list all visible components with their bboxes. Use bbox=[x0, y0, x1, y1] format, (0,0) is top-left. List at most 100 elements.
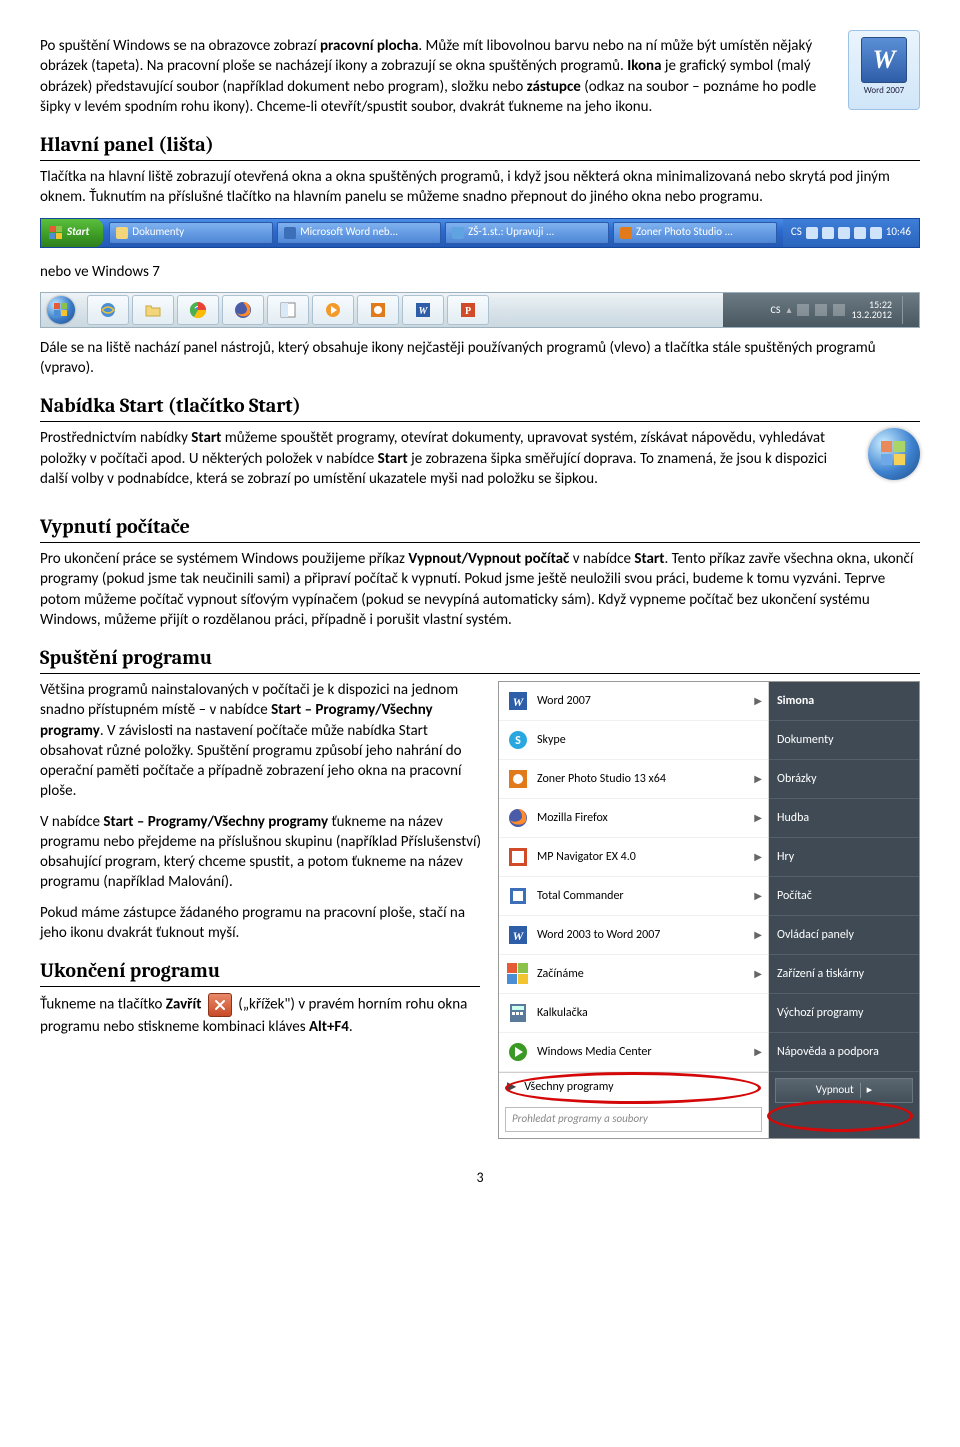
label: Zoner Photo Studio ... bbox=[636, 225, 733, 240]
win7-clock: 15:22 13.2.2012 bbox=[851, 300, 892, 320]
xp-task-dokumenty[interactable]: Dokumenty bbox=[109, 222, 273, 244]
start-menu-item[interactable]: Total Commander▶ bbox=[499, 877, 768, 916]
tray-icon[interactable] bbox=[854, 227, 866, 239]
xp-start-label: Start bbox=[67, 225, 89, 240]
chevron-right-icon: ▶ bbox=[754, 1045, 762, 1059]
start-menu-right-item[interactable]: Obrázky bbox=[769, 760, 919, 799]
zps-icon bbox=[507, 768, 529, 790]
pin-word[interactable]: W bbox=[402, 295, 444, 325]
mp-icon bbox=[507, 846, 529, 868]
start-menu-right-item[interactable]: Hudba bbox=[769, 799, 919, 838]
pin-wmp[interactable] bbox=[312, 295, 354, 325]
xp-start-button[interactable]: Start bbox=[41, 219, 103, 247]
start-menu-item[interactable]: Kalkulačka bbox=[499, 994, 768, 1033]
xp-lang[interactable]: CS bbox=[791, 225, 802, 240]
totalcmd-icon bbox=[279, 301, 297, 319]
start-menu-item[interactable]: Mozilla Firefox▶ bbox=[499, 799, 768, 838]
xp-clock: 10:46 bbox=[886, 225, 911, 240]
start-menu-right-item[interactable]: Simona bbox=[769, 682, 919, 721]
heading-hlavni-panel: Hlavní panel (lišta) bbox=[40, 131, 920, 161]
label: Zoner Photo Studio 13 x64 bbox=[537, 771, 666, 787]
date: 13.2.2012 bbox=[851, 310, 892, 320]
bold: Vypnout/Vypnout počítač bbox=[408, 550, 569, 568]
pin-ie[interactable] bbox=[87, 295, 129, 325]
pin-firefox[interactable] bbox=[222, 295, 264, 325]
pin-tc[interactable] bbox=[267, 295, 309, 325]
para-panel-tools: Dále se na liště nachází panel nástrojů,… bbox=[40, 338, 920, 379]
tray-icon[interactable] bbox=[822, 227, 834, 239]
shutdown-button[interactable]: Vypnout▸ bbox=[775, 1078, 913, 1103]
win7-start-button[interactable] bbox=[41, 293, 81, 327]
tray-icon[interactable] bbox=[870, 227, 882, 239]
text: Pro ukončení práce se systémem Windows p… bbox=[40, 550, 408, 568]
volume-icon[interactable] bbox=[833, 304, 845, 316]
network-icon[interactable] bbox=[815, 304, 827, 316]
start-menu-item[interactable]: MP Navigator EX 4.0▶ bbox=[499, 838, 768, 877]
text: V nabídce bbox=[40, 813, 103, 831]
svg-text:S: S bbox=[515, 734, 521, 748]
chevron-right-icon: ▶ bbox=[507, 1079, 516, 1095]
xp-task-zs[interactable]: ZŠ-1.st.: Upravuji ... bbox=[445, 222, 609, 244]
chevron-right-icon: ▶ bbox=[754, 967, 762, 981]
label: Nápověda a podpora bbox=[777, 1044, 879, 1060]
para-ukonceni: Ťukneme na tlačítko Zavřít („křížek") v … bbox=[40, 993, 480, 1037]
start-orb-illustration bbox=[868, 428, 920, 480]
bold: Start bbox=[191, 429, 221, 447]
label: Microsoft Word neb... bbox=[300, 225, 398, 240]
text: . bbox=[349, 1018, 353, 1036]
search-input[interactable]: Prohledat programy a soubory bbox=[505, 1107, 762, 1132]
flag-tray-icon[interactable] bbox=[797, 304, 809, 316]
para-hlavni-panel: Tlačítka na hlavní liště zobrazují otevř… bbox=[40, 167, 920, 208]
word-caption: Word 2007 bbox=[849, 85, 919, 97]
xp-task-word[interactable]: Microsoft Word neb... bbox=[277, 222, 441, 244]
pin-explorer[interactable] bbox=[132, 295, 174, 325]
pin-ppt[interactable]: P bbox=[447, 295, 489, 325]
word-2007-icon: W Word 2007 bbox=[848, 30, 920, 110]
powerpoint-icon: P bbox=[459, 301, 477, 319]
start-menu-item[interactable]: Zoner Photo Studio 13 x64▶ bbox=[499, 760, 768, 799]
text: Po spuštění Windows se na obrazovce zobr… bbox=[40, 37, 320, 55]
label: ZŠ-1.st.: Upravuji ... bbox=[468, 225, 554, 240]
show-desktop-button[interactable] bbox=[902, 296, 911, 324]
text: Ťukneme na tlačítko bbox=[40, 996, 166, 1014]
tray-icon[interactable] bbox=[838, 227, 850, 239]
text: . V závislosti na nastavení počítače můž… bbox=[40, 722, 462, 801]
start-menu-right-item[interactable]: Výchozí programy bbox=[769, 994, 919, 1033]
start-menu-item[interactable]: WWord 2007▶ bbox=[499, 682, 768, 721]
win7-pinned-apps: W P bbox=[81, 293, 495, 327]
start-menu-screenshot: WWord 2007▶SSkypeZoner Photo Studio 13 x… bbox=[498, 681, 920, 1139]
windows-flag-icon bbox=[49, 226, 63, 240]
start-menu-right-item[interactable]: Zařízení a tiskárny bbox=[769, 955, 919, 994]
start-menu-item[interactable]: WWord 2003 to Word 2007▶ bbox=[499, 916, 768, 955]
pin-chrome[interactable] bbox=[177, 295, 219, 325]
start-menu-item[interactable]: Windows Media Center▶ bbox=[499, 1033, 768, 1072]
bold: Start – Programy/Všechny programy bbox=[103, 813, 328, 831]
bold: Start bbox=[634, 550, 664, 568]
heading-vypnuti: Vypnutí počítače bbox=[40, 513, 920, 543]
word-icon: W bbox=[507, 924, 529, 946]
start-menu-right-item[interactable]: Hry bbox=[769, 838, 919, 877]
all-programs-item[interactable]: ▶Všechny programy bbox=[499, 1072, 768, 1101]
lang-indicator[interactable]: CS bbox=[771, 303, 781, 317]
start-menu-item[interactable]: SSkype bbox=[499, 721, 768, 760]
label: Hudba bbox=[777, 810, 809, 826]
chevron-right-icon[interactable]: ▸ bbox=[860, 1083, 873, 1098]
start-menu-right-item[interactable]: Ovládací panely bbox=[769, 916, 919, 955]
folder-icon bbox=[116, 227, 128, 239]
svg-text:W: W bbox=[513, 929, 525, 943]
xp-tray: CS 10:46 bbox=[783, 219, 919, 247]
start-menu-right-item[interactable]: Nápověda a podpora bbox=[769, 1033, 919, 1072]
start-menu-item[interactable]: Začínáme▶ bbox=[499, 955, 768, 994]
pin-zps[interactable] bbox=[357, 295, 399, 325]
start-menu-right-item[interactable]: Počítač bbox=[769, 877, 919, 916]
xp-task-zps[interactable]: Zoner Photo Studio ... bbox=[613, 222, 777, 244]
calc-icon bbox=[507, 1002, 529, 1024]
tray-icon[interactable] bbox=[806, 227, 818, 239]
bold: Start bbox=[378, 450, 408, 468]
start-menu-right-item[interactable]: Dokumenty bbox=[769, 721, 919, 760]
start-orb-icon bbox=[47, 296, 75, 324]
chevron-right-icon: ▶ bbox=[754, 694, 762, 708]
ie-icon bbox=[99, 301, 117, 319]
label: Výchozí programy bbox=[777, 1005, 863, 1021]
label: Total Commander bbox=[537, 888, 624, 904]
